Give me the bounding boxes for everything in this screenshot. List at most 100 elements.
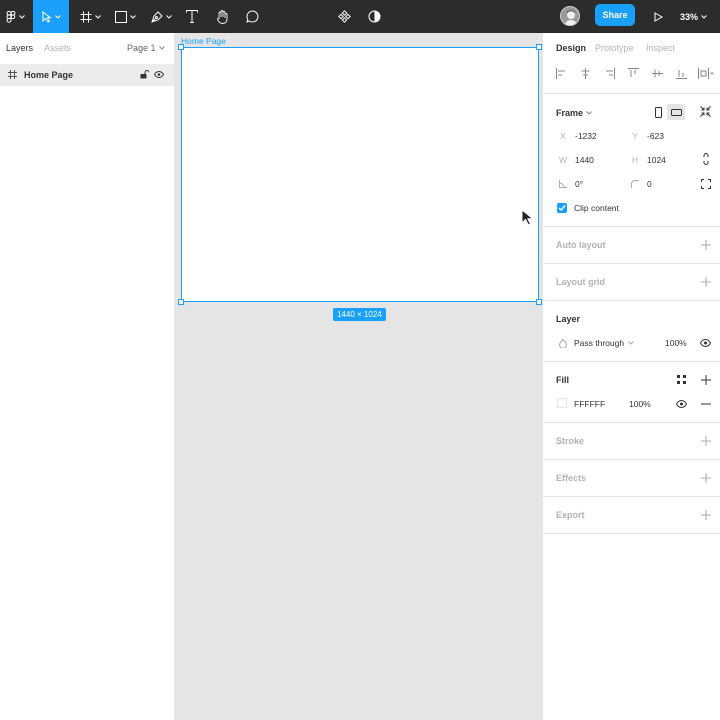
divider [543,93,720,94]
divider [543,300,720,301]
chevron-down-icon [129,14,136,19]
add-fill-icon[interactable] [701,375,711,385]
blend-mode-value: Pass through [574,338,625,348]
tab-assets[interactable]: Assets [44,43,71,53]
distribute-icon[interactable] [698,68,714,79]
frame-type-dropdown[interactable]: Frame [556,108,592,118]
frame-section-title: Frame [556,108,584,118]
add-effect-icon[interactable] [701,473,711,483]
main-menu-button[interactable] [0,0,30,33]
auto-layout-title: Auto layout [556,240,606,250]
zoom-dropdown[interactable]: 33% [680,0,707,33]
fill-opacity-input[interactable]: 100% [629,399,651,409]
rotation-icon [559,180,567,188]
layers-panel: Layers Assets Page 1 Home Page [0,33,175,720]
constrain-proportions-icon[interactable] [702,153,710,165]
frame-label[interactable]: Home Page [181,36,226,46]
add-stroke-icon[interactable] [701,436,711,446]
corner-radius-input[interactable]: 0 [647,179,652,189]
text-tool-button[interactable] [182,0,202,33]
size-badge: 1440 × 1024 [333,308,386,321]
chevron-down-icon [586,111,592,115]
chevron-down-icon [701,14,707,19]
add-layout-grid-icon[interactable] [701,277,711,287]
y-input[interactable]: -623 [647,131,664,141]
component-icon [337,10,351,23]
present-button[interactable] [650,0,666,33]
properties-panel: Design Prototype Inspect Frame X -1232 Y… [542,33,720,720]
portrait-button[interactable] [649,104,667,120]
style-grid-icon[interactable] [677,375,686,384]
layout-grid-title: Layout grid [556,277,605,287]
height-input[interactable]: 1024 [647,155,666,165]
comment-tool-button[interactable] [242,0,262,33]
fill-color-swatch[interactable] [557,398,567,408]
rectangle-icon [114,10,127,23]
blend-mode-dropdown[interactable]: Pass through [574,338,634,348]
eye-icon[interactable] [676,400,687,408]
remove-fill-icon[interactable] [701,403,711,405]
chevron-down-icon [165,14,172,19]
frame-home-page[interactable] [181,47,539,302]
page-selector[interactable]: Page 1 [127,43,165,53]
align-right-icon[interactable] [604,68,615,79]
x-input[interactable]: -1232 [575,131,597,141]
align-top-icon[interactable] [628,68,639,79]
eye-icon[interactable] [154,71,164,78]
clip-content-checkbox[interactable] [557,203,567,213]
move-tool-button[interactable] [33,0,69,33]
rotation-input[interactable]: 0° [575,179,583,189]
h-label: H [632,155,639,165]
fill-title: Fill [556,375,569,385]
add-auto-layout-icon[interactable] [701,240,711,250]
stroke-title: Stroke [556,436,585,446]
export-title: Export [556,510,585,520]
text-icon [186,10,198,23]
canvas[interactable]: Home Page 1440 × 1024 [175,33,542,720]
width-input[interactable]: 1440 [575,155,594,165]
alignment-toolbar [543,63,720,87]
align-left-icon[interactable] [556,68,567,79]
page-name: Page 1 [127,43,156,53]
divider [543,226,720,227]
pen-tool-button[interactable] [146,0,176,33]
layer-row-home-page[interactable]: Home Page [0,64,174,86]
align-horizontal-center-icon[interactable] [580,68,591,79]
chevron-down-icon [158,46,165,50]
play-icon [654,11,663,22]
unlock-icon[interactable] [140,70,149,79]
contrast-button[interactable] [364,0,384,33]
tab-layers[interactable]: Layers [6,43,33,53]
align-bottom-icon[interactable] [676,68,687,79]
user-avatar-icon [564,10,578,25]
chevron-down-icon [54,14,61,19]
x-label: X [560,131,566,141]
fill-hex-input[interactable]: FFFFFF [574,399,605,409]
add-export-icon[interactable] [701,510,711,520]
avatar[interactable] [560,6,580,26]
landscape-button[interactable] [667,104,685,120]
tab-inspect[interactable]: Inspect [646,43,675,53]
landscape-icon [670,108,682,116]
resize-to-fit-icon[interactable] [700,106,711,117]
components-button[interactable] [334,0,354,33]
share-button[interactable]: Share [595,4,635,26]
frame-tool-button[interactable] [75,0,105,33]
independent-corners-icon[interactable] [701,179,711,189]
frame-icon [80,11,91,22]
divider [543,496,720,497]
effects-title: Effects [556,473,587,483]
align-vertical-center-icon[interactable] [652,68,663,79]
tab-design[interactable]: Design [556,43,586,53]
frame-icon [8,70,17,79]
resize-handle-bottom-left[interactable] [178,299,184,305]
hand-tool-button[interactable] [212,0,232,33]
layer-opacity-input[interactable]: 100% [665,338,687,348]
left-panel-tabs: Layers Assets Page 1 [0,33,174,63]
resize-handle-top-left[interactable] [178,44,184,50]
tab-prototype[interactable]: Prototype [595,43,634,53]
eye-icon[interactable] [700,339,711,347]
chevron-down-icon [628,341,634,345]
figma-logo-icon [5,10,15,23]
shape-tool-button[interactable] [110,0,140,33]
